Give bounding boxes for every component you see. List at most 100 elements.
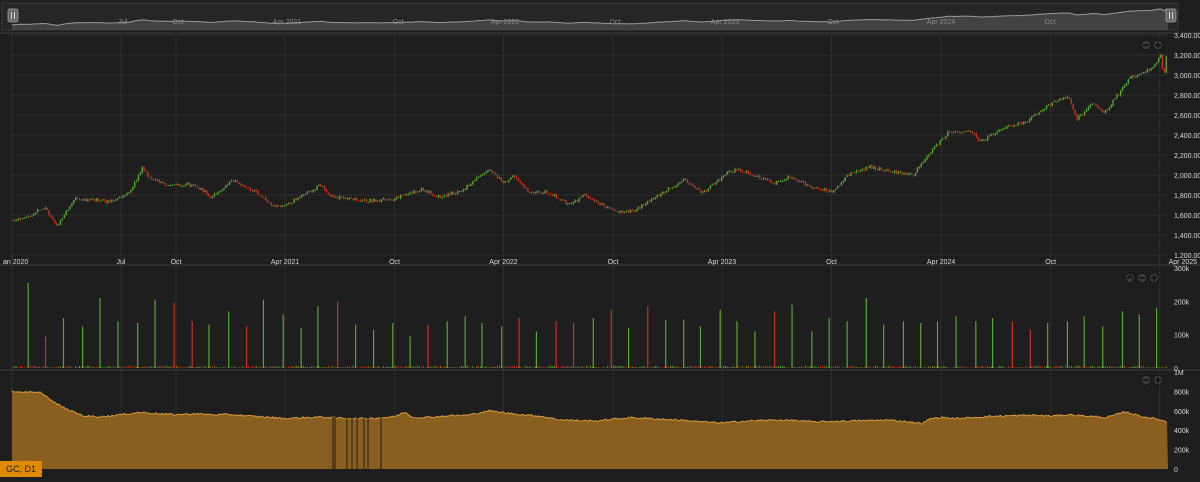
candle-body: [218, 192, 219, 194]
volume-bar: [455, 367, 456, 368]
candle-body: [400, 195, 401, 198]
candle-body: [584, 194, 585, 195]
candle-body: [875, 167, 876, 170]
volume-bar: [932, 366, 933, 368]
candle-body: [848, 175, 849, 176]
candle-body: [1099, 108, 1100, 109]
candle-body: [1164, 69, 1165, 73]
candle-body: [109, 200, 110, 202]
volume-spike: [45, 336, 46, 368]
candle-body: [966, 131, 967, 132]
candle-body: [837, 186, 838, 189]
candle-body: [560, 199, 561, 200]
minus-circle-icon[interactable]: [1141, 40, 1151, 50]
volume-spike: [573, 323, 574, 368]
candle-body: [660, 194, 661, 197]
volume-bar: [833, 367, 834, 368]
candle-body: [655, 197, 656, 199]
candle-body: [605, 206, 606, 208]
navigator-left-handle[interactable]: [8, 9, 18, 22]
volume-bar: [189, 366, 190, 368]
volume-bar: [757, 367, 758, 368]
navigator[interactable]: JulOctApr 2021OctApr 2022OctApr 2023OctA…: [2, 3, 1178, 30]
volume-bar: [590, 366, 591, 368]
symbol-badge[interactable]: GC, D1: [0, 461, 42, 477]
candle-body: [185, 184, 186, 186]
volume-bar: [1033, 366, 1034, 368]
candle-body: [28, 216, 29, 217]
volume-bar: [923, 367, 924, 368]
candle-body: [782, 180, 783, 181]
volume-bar: [1160, 367, 1161, 368]
volume-bar: [153, 367, 154, 368]
candle-body: [1057, 101, 1058, 102]
volume-bar: [408, 366, 409, 368]
candle-body: [449, 193, 450, 195]
volume-bar: [322, 367, 323, 368]
volume-bar: [1021, 367, 1022, 368]
candle-body: [413, 191, 414, 194]
candle-body: [1031, 117, 1032, 119]
candle-body: [459, 191, 460, 192]
candle-body: [567, 203, 568, 204]
candle-body: [200, 188, 201, 190]
navigator-right-handle[interactable]: [1166, 9, 1176, 22]
volume-bar: [1099, 366, 1100, 368]
volume-axis-label: 200k: [1174, 299, 1190, 306]
candle-body: [294, 199, 295, 203]
volume-bar: [92, 367, 93, 368]
volume-bar: [786, 367, 787, 368]
candle-body: [1088, 107, 1089, 110]
minus-circle-icon[interactable]: [1137, 273, 1147, 283]
volume-bar: [887, 367, 888, 368]
volume-bar: [613, 366, 614, 368]
candle-body: [301, 195, 302, 197]
candle-body: [491, 170, 492, 173]
candle-body: [867, 167, 868, 169]
candle-body: [778, 181, 779, 182]
candle-body: [1147, 69, 1148, 72]
volume-bar: [1050, 367, 1051, 368]
volume-bar: [1040, 366, 1041, 368]
plus-circle-icon[interactable]: [1153, 40, 1163, 50]
plus-circle-icon[interactable]: [1153, 375, 1163, 385]
volume-bar: [81, 366, 82, 368]
candle-body: [259, 195, 260, 196]
volume-bar: [968, 367, 969, 368]
volume-bar: [87, 366, 88, 368]
candle-body: [134, 182, 135, 188]
candle-body: [1158, 58, 1159, 62]
up-arrow-circle-icon[interactable]: [1125, 273, 1135, 283]
volume-bar: [773, 367, 774, 368]
candle-body: [514, 176, 515, 178]
candle-body: [105, 201, 106, 203]
candle-body: [1156, 63, 1157, 64]
volume-bar: [797, 367, 798, 368]
candle-body: [275, 206, 276, 207]
candle-body: [951, 132, 952, 133]
plus-circle-icon[interactable]: [1149, 273, 1159, 283]
candle-body: [1101, 109, 1102, 112]
volume-bar: [235, 367, 236, 368]
candle-body: [33, 214, 34, 215]
candle-body: [73, 200, 74, 203]
volume-bar: [854, 367, 855, 368]
candle-body: [94, 199, 95, 201]
volume-bar: [807, 367, 808, 368]
trading-chart[interactable]: JulOctApr 2021OctApr 2022OctApr 2023OctA…: [0, 0, 1200, 477]
volume-bar: [1090, 366, 1091, 368]
navigator-tick-label: Oct: [610, 19, 621, 26]
candle-body: [535, 193, 536, 194]
candle-body: [468, 185, 469, 186]
volume-bar: [596, 367, 597, 368]
volume-bar: [275, 366, 276, 368]
volume-bar: [176, 366, 177, 368]
candle-body: [674, 187, 675, 188]
candle-body: [877, 169, 878, 170]
volume-bar: [645, 366, 646, 368]
candle-body: [1095, 104, 1096, 106]
volume-bar: [687, 367, 688, 368]
candle-body: [712, 184, 713, 185]
minus-circle-icon[interactable]: [1141, 375, 1151, 385]
volume-bar: [484, 367, 485, 368]
